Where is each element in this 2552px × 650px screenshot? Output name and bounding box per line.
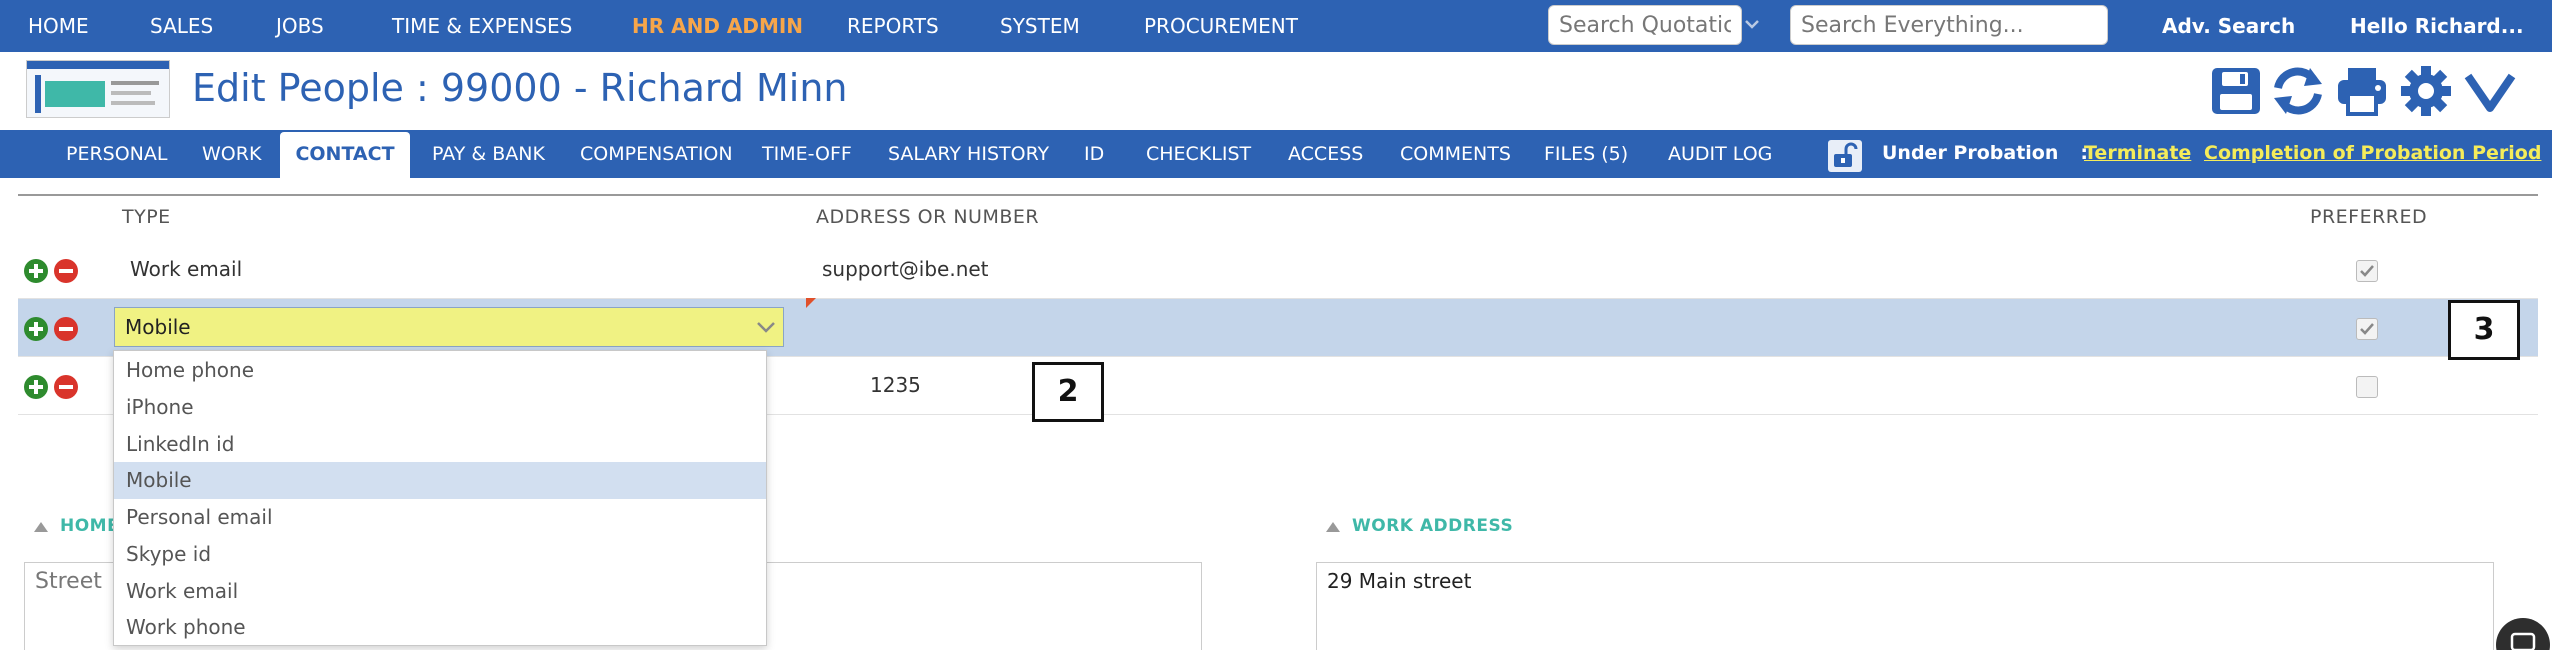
tab-files[interactable]: FILES (5) <box>1544 130 1628 178</box>
dropdown-option-skype-id[interactable]: Skype id <box>114 536 766 573</box>
chevron-down-icon[interactable] <box>2462 64 2518 118</box>
dropdown-option-mobile[interactable]: Mobile <box>114 462 766 499</box>
adv-search-link[interactable]: Adv. Search <box>2162 0 2295 52</box>
annotation-marker-3: 3 <box>2448 300 2520 360</box>
tab-salary-history[interactable]: SALARY HISTORY <box>888 130 1049 178</box>
nav-sales[interactable]: SALES <box>150 0 213 52</box>
home-address-heading: HOME <box>60 516 120 536</box>
remove-row-icon[interactable] <box>54 259 78 283</box>
tab-comments[interactable]: COMMENTS <box>1400 130 1511 178</box>
column-header-type: TYPE <box>122 206 171 228</box>
refresh-icon[interactable] <box>2270 64 2326 118</box>
column-header-address: ADDRESS OR NUMBER <box>816 206 1040 228</box>
dropdown-option-personal-email[interactable]: Personal email <box>114 499 766 536</box>
tab-pay-bank[interactable]: PAY & BANK <box>432 130 545 178</box>
nav-reports[interactable]: REPORTS <box>847 0 939 52</box>
collapse-home-icon[interactable] <box>34 522 48 532</box>
table-row-selected <box>18 298 2538 357</box>
dropdown-option-linkedin-id[interactable]: LinkedIn id <box>114 426 766 463</box>
profile-thumbnail[interactable] <box>26 60 170 118</box>
table-divider <box>18 194 2538 196</box>
page-header: Edit People : 99000 - Richard Minn <box>0 52 2552 130</box>
remove-row-icon[interactable] <box>54 317 78 341</box>
tab-compensation[interactable]: COMPENSATION <box>580 130 733 178</box>
nav-jobs[interactable]: JOBS <box>276 0 324 52</box>
remove-row-icon[interactable] <box>54 375 78 399</box>
work-address-heading: WORK ADDRESS <box>1352 516 1514 536</box>
tab-id[interactable]: ID <box>1084 130 1104 178</box>
chat-button[interactable] <box>2496 618 2550 650</box>
dropdown-option-iphone[interactable]: iPhone <box>114 389 766 426</box>
address-value[interactable]: 1235 <box>870 373 921 397</box>
dropdown-option-work-email[interactable]: Work email <box>114 573 766 610</box>
tab-checklist[interactable]: CHECKLIST <box>1146 130 1251 178</box>
add-row-icon[interactable] <box>24 259 48 283</box>
check-icon <box>2360 323 2374 335</box>
record-tabs: PERSONAL WORK CONTACT PAY & BANK COMPENS… <box>0 130 2552 178</box>
chevron-down-icon[interactable] <box>1742 14 1762 34</box>
nav-procurement[interactable]: PROCUREMENT <box>1144 0 1298 52</box>
nav-hr-and-admin[interactable]: HR AND ADMIN <box>632 0 803 52</box>
tab-access[interactable]: ACCESS <box>1288 130 1363 178</box>
gear-icon[interactable] <box>2398 64 2454 118</box>
type-combobox-input[interactable] <box>114 307 784 347</box>
collapse-work-icon[interactable] <box>1326 522 1340 532</box>
tab-audit-log[interactable]: AUDIT LOG <box>1668 130 1772 178</box>
page-title: Edit People : 99000 - Richard Minn <box>192 66 848 110</box>
completion-of-probation-link[interactable]: Completion of Probation Period <box>2204 130 2541 178</box>
tab-personal[interactable]: PERSONAL <box>66 130 167 178</box>
unlock-icon <box>1834 142 1858 167</box>
terminate-link[interactable]: Terminate <box>2084 130 2191 178</box>
address-value[interactable]: support@ibe.net <box>822 257 989 281</box>
dropdown-option-work-phone[interactable]: Work phone <box>114 609 766 646</box>
quotation-search-input[interactable] <box>1548 5 1742 45</box>
chevron-down-icon[interactable] <box>752 313 780 341</box>
user-greeting[interactable]: Hello Richard... <box>2350 0 2524 52</box>
preferred-checkbox[interactable] <box>2356 318 2378 340</box>
add-row-icon[interactable] <box>24 317 48 341</box>
table-row: Work email support@ibe.net <box>18 241 2538 299</box>
annotation-marker-2: 2 <box>1032 362 1104 422</box>
type-value[interactable]: Work email <box>130 257 242 281</box>
type-dropdown-list: Home phone iPhone LinkedIn id Mobile Per… <box>113 350 767 646</box>
work-address-field[interactable]: 29 Main street <box>1316 562 2494 650</box>
add-row-icon[interactable] <box>24 375 48 399</box>
probation-status: Under Probation: <box>1882 142 2088 164</box>
global-search-input[interactable] <box>1790 5 2108 45</box>
check-icon <box>2360 265 2374 277</box>
tab-work[interactable]: WORK <box>202 130 261 178</box>
nav-home[interactable]: HOME <box>28 0 89 52</box>
preferred-checkbox[interactable] <box>2356 260 2378 282</box>
modified-indicator <box>806 298 816 308</box>
top-navigation: HOME SALES JOBS TIME & EXPENSES HR AND A… <box>0 0 2552 52</box>
preferred-checkbox[interactable] <box>2356 376 2378 398</box>
chat-icon <box>2510 632 2536 650</box>
print-icon[interactable] <box>2334 64 2390 118</box>
dropdown-option-home-phone[interactable]: Home phone <box>114 352 766 389</box>
unlock-button[interactable] <box>1828 140 1862 172</box>
save-icon[interactable] <box>2208 64 2264 118</box>
column-header-preferred: PREFERRED <box>2310 206 2428 228</box>
nav-time-expenses[interactable]: TIME & EXPENSES <box>392 0 572 52</box>
nav-system[interactable]: SYSTEM <box>1000 0 1080 52</box>
tab-contact[interactable]: CONTACT <box>280 132 410 178</box>
tab-time-off[interactable]: TIME-OFF <box>762 130 852 178</box>
